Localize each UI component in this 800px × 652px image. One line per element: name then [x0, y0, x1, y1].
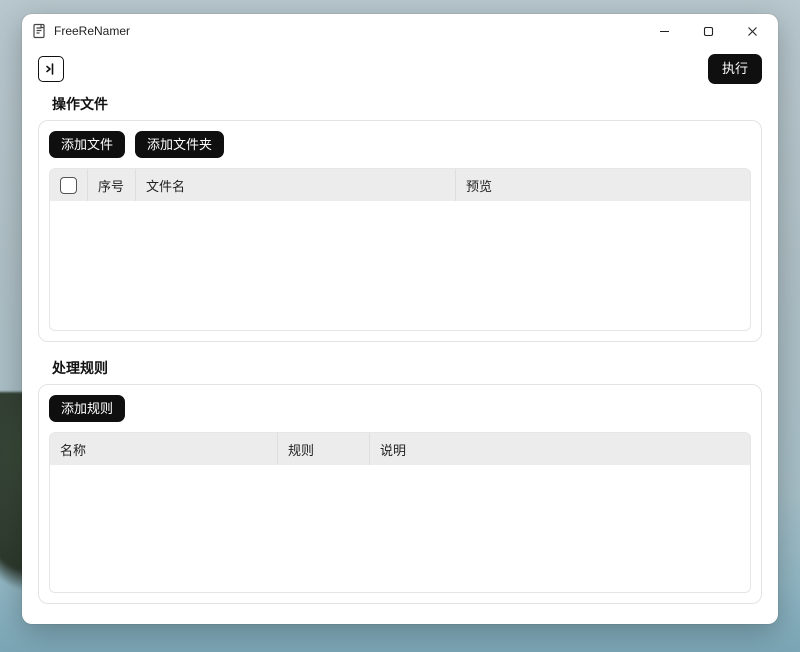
window-minimize-button[interactable]	[642, 16, 686, 46]
rules-table: 名称 规则 说明	[49, 432, 751, 592]
rules-col-description: 说明	[370, 433, 750, 465]
files-col-filename: 文件名	[136, 169, 456, 201]
window-close-button[interactable]	[730, 16, 774, 46]
rules-section-title: 处理规则	[38, 358, 762, 384]
files-section: 操作文件 添加文件 添加文件夹 序号 文件名 预览	[38, 94, 762, 342]
files-table-header: 序号 文件名 预览	[50, 169, 750, 201]
add-file-button[interactable]: 添加文件	[49, 131, 125, 159]
files-button-row: 添加文件 添加文件夹	[49, 131, 751, 159]
rules-col-rule: 规则	[278, 433, 370, 465]
rules-button-row: 添加规则	[49, 395, 751, 423]
files-col-index: 序号	[88, 169, 136, 201]
main-toolbar: 执行	[22, 48, 778, 94]
files-col-preview: 预览	[456, 169, 750, 201]
rules-panel: 添加规则 名称 规则 说明	[38, 384, 762, 604]
rules-col-name: 名称	[50, 433, 278, 465]
execute-button[interactable]: 执行	[708, 54, 762, 84]
app-icon	[32, 23, 48, 39]
rules-table-header: 名称 规则 说明	[50, 433, 750, 465]
files-section-title: 操作文件	[38, 94, 762, 120]
sidebar-toggle-button[interactable]	[38, 56, 64, 82]
files-select-all-header[interactable]	[50, 169, 88, 201]
add-rule-button[interactable]: 添加规则	[49, 395, 125, 423]
rules-section: 处理规则 添加规则 名称 规则 说明	[38, 358, 762, 604]
app-window: FreeReNamer 执行 操作文件 添加文件 添	[22, 14, 778, 624]
window-title: FreeReNamer	[54, 24, 130, 38]
window-maximize-button[interactable]	[686, 16, 730, 46]
titlebar: FreeReNamer	[22, 14, 778, 48]
files-table: 序号 文件名 预览	[49, 168, 751, 330]
add-folder-button[interactable]: 添加文件夹	[135, 131, 224, 159]
content-area: 操作文件 添加文件 添加文件夹 序号 文件名 预览	[22, 94, 778, 624]
files-panel: 添加文件 添加文件夹 序号 文件名 预览	[38, 120, 762, 342]
select-all-checkbox[interactable]	[60, 177, 77, 194]
